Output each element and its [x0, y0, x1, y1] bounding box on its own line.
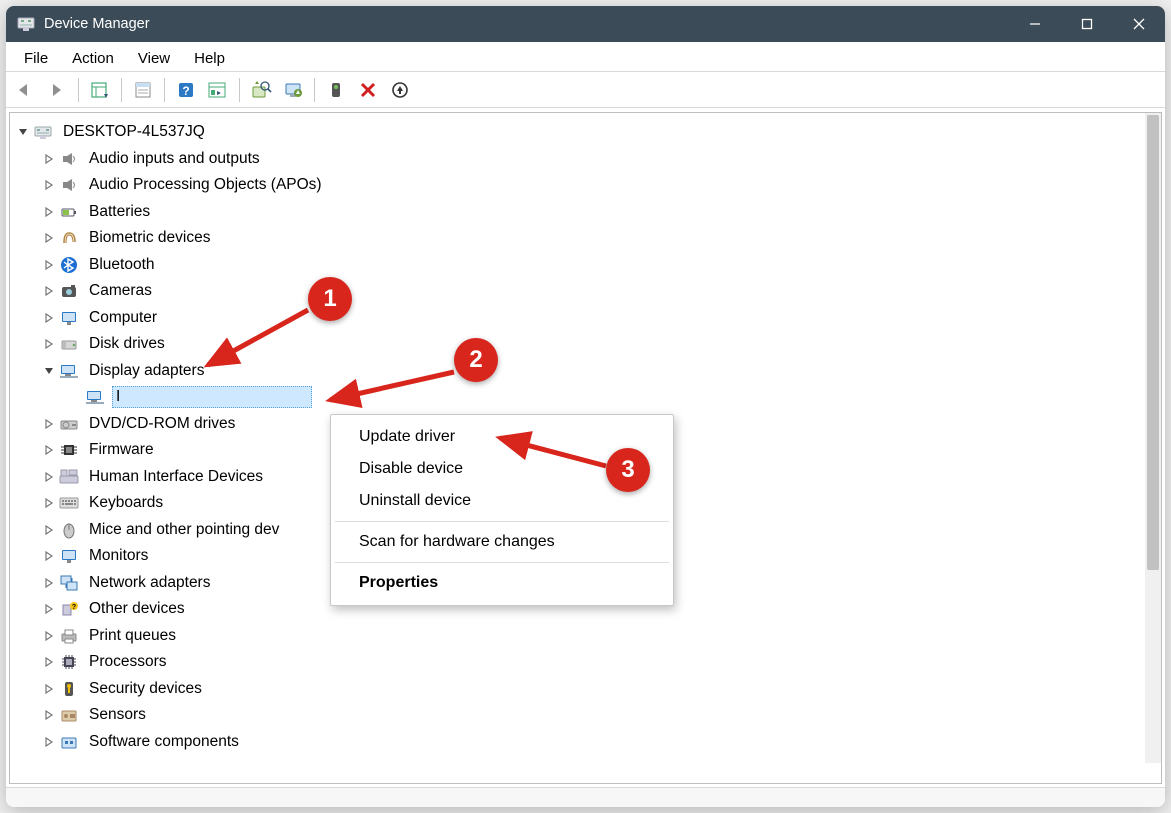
annotation-arrow-2	[330, 372, 454, 400]
annotation-badge-3: 3	[606, 448, 650, 492]
annotation-badge-1: 1	[308, 277, 352, 321]
annotation-arrow-3	[500, 438, 606, 466]
annotation-badge-2: 2	[454, 338, 498, 382]
annotation-arrow-1	[208, 310, 308, 365]
